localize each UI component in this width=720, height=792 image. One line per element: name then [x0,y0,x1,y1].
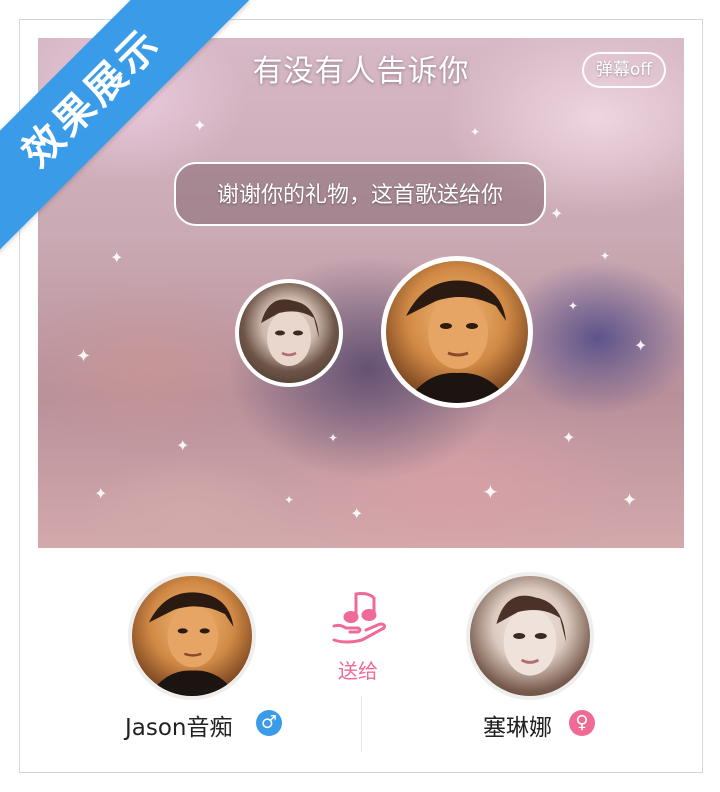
receiver-avatar-small[interactable] [235,279,343,387]
sparkle-icon: ✦ [94,484,108,503]
sparkle-icon: ✦ [470,125,481,139]
sparkle-icon: ✦ [328,431,339,445]
sender-avatar[interactable] [128,572,256,700]
sparkle-icon: ✦ [76,346,92,367]
female-icon: ♀ [569,710,595,736]
sparkle-icon: ✦ [284,493,295,507]
man-portrait-icon [406,280,510,403]
sparkle-icon: ✦ [568,299,579,313]
sparkle-icon: ✦ [562,428,576,447]
sender-name[interactable]: Jason音痴 [125,708,233,742]
sparkle-icon: ✦ [176,436,190,455]
man-portrait-icon [148,592,237,696]
danmaku-toggle-button[interactable]: 弹幕off [581,52,666,88]
receiver-avatar[interactable] [466,572,594,700]
sparkle-icon: ✦ [622,490,638,511]
sparkle-icon: ✦ [634,336,648,355]
divider [361,696,362,752]
receiver-name[interactable]: 塞琳娜 [483,708,552,742]
sender-avatar-large[interactable] [381,256,533,408]
sparkle-icon: ✦ [600,249,611,263]
sparkle-icon: ✦ [550,204,564,223]
male-icon: ♂ [256,710,282,736]
sparkle-icon: ✦ [110,248,124,267]
sparkle-icon: ✦ [482,480,499,504]
sparkle-icon: ✦ [193,116,207,135]
live-stage: 有没有人告诉你 弹幕off ✦ ✦ ✦ ✦ ✦ ✦ ✦ ✦ ✦ ✦ ✦ ✦ ✦ … [38,38,684,548]
woman-portrait-icon [261,299,319,366]
woman-portrait-icon [496,595,566,676]
music-note-hand-icon [332,592,386,644]
sparkle-icon: ✦ [350,504,364,523]
speech-bubble: 谢谢你的礼物，这首歌送给你 [174,162,546,226]
gift-action-label: 送给 [338,659,378,683]
